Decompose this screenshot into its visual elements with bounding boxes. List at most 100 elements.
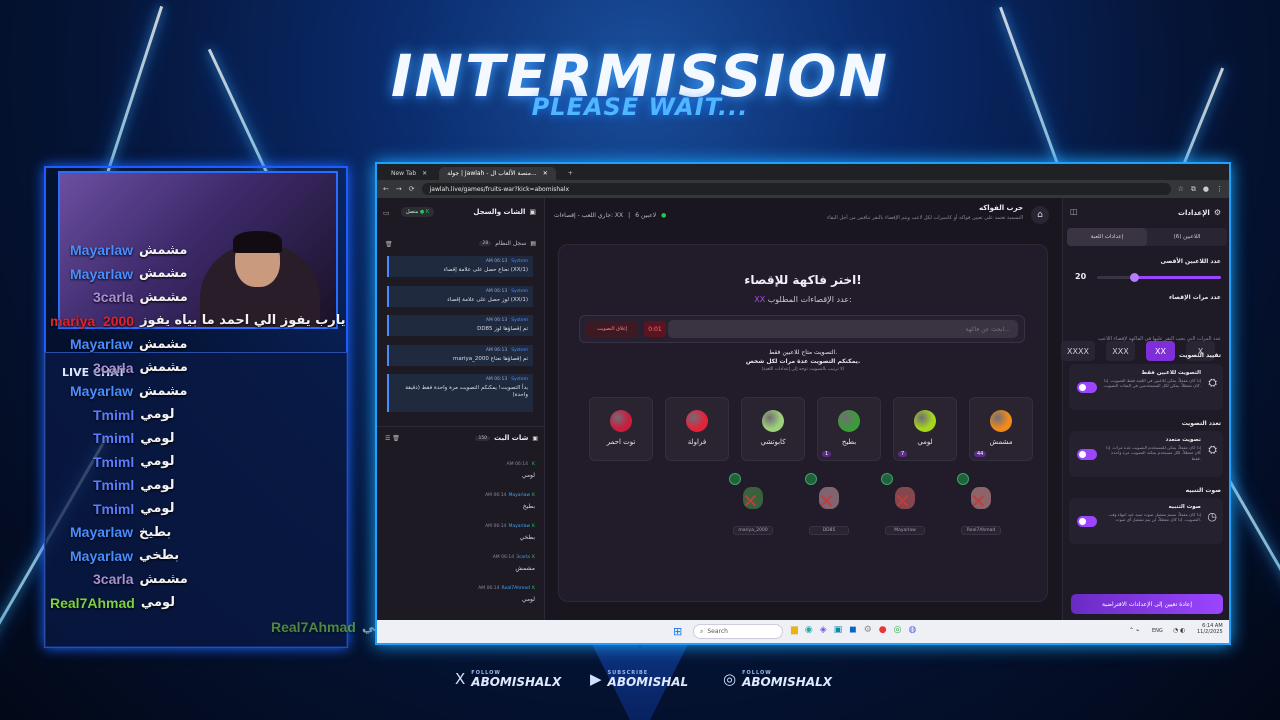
lock-icon: ⛭ <box>1208 443 1217 456</box>
windows-taskbar: ⊞ ⌕ Search ▆ ◉ ◈ ▣ ◼ ⚙ ● ◎ ◍ ⌃ ⌁ ENG ◔ ◐ … <box>377 620 1229 643</box>
log-entry: AM 06:13 System بدأ التصويت! يمكنكم التصوي… <box>387 374 533 412</box>
url-field[interactable]: jawlah.live/games/fruits-war?kick=abomis… <box>421 183 1171 195</box>
back-icon[interactable]: ← <box>383 185 389 193</box>
player-name: DD85 <box>809 526 849 535</box>
star-icon[interactable]: ☆ <box>1178 185 1184 193</box>
sound-toggle[interactable] <box>1077 516 1097 527</box>
taskbar-search[interactable]: ⌕ Search <box>693 624 783 639</box>
outlook-icon[interactable]: ◼ <box>849 625 856 635</box>
multi-toggle[interactable] <box>1077 449 1097 460</box>
tab-jawlah[interactable]: جولة | Jawlah - منصة الألعاب ال... ✕ <box>439 167 556 180</box>
fruit-search-input[interactable] <box>668 320 1018 338</box>
windows-start-icon[interactable]: ⊞ <box>673 625 682 638</box>
chat-message: Tmiml لومي <box>93 404 174 426</box>
live-chat-title: شات البث <box>494 434 529 442</box>
elim-option[interactable]: XX <box>1146 341 1175 361</box>
collapse-icon[interactable]: ◫ <box>1070 207 1078 216</box>
chat-username: Tmiml <box>93 406 135 423</box>
slider-fill <box>1134 276 1221 279</box>
multi-setting: ⛭ تصويت متعدد إذا كان مفعلاً، يمكن للمست… <box>1069 431 1223 477</box>
players-count: 6 لاعبين <box>635 212 657 219</box>
chat-message: 3carla مشمش <box>93 357 188 379</box>
social-link[interactable]: ▶ SUBSCRIBE ABOMISHAL <box>590 670 688 688</box>
player-name: mariya_2000 <box>733 526 773 535</box>
max-players-value: 20 <box>1075 272 1087 281</box>
social-link[interactable]: ◎ FOLLOW ABOMISHALX <box>723 670 832 688</box>
home-icon[interactable]: ⌂ <box>1031 206 1049 224</box>
extensions-icon[interactable]: ⧉ <box>1191 185 1196 194</box>
network-icon[interactable]: ◔ ◐ <box>1173 627 1185 634</box>
close-icon[interactable]: ✕ <box>422 170 427 177</box>
fruit-card[interactable]: مشمش 44 <box>969 397 1033 461</box>
language-indicator[interactable]: ENG <box>1152 628 1163 634</box>
fruit-card[interactable]: كابوتشي <box>741 397 805 461</box>
chat-username: Tmiml <box>93 453 135 470</box>
slider-handle[interactable] <box>1130 273 1140 282</box>
chat-username: 3carla <box>93 359 134 376</box>
multi-label: تعدد التصويت <box>1181 420 1221 427</box>
chat-username: Mayarlaw <box>70 383 134 399</box>
message-time: AM 06:14 <box>492 555 515 560</box>
log-entry: AM 06:13 System لوز حصل على علامة إقصاء (X… <box>387 285 533 307</box>
reload-icon[interactable]: ⟳ <box>409 185 415 193</box>
elim-option[interactable]: XXXX <box>1061 341 1095 361</box>
log-text: نعناع حصل على علامة إقصاء (XX/1) <box>443 267 528 273</box>
message-text: بطخي <box>519 534 535 541</box>
trash-icon[interactable]: 🗑 <box>385 241 393 248</box>
restrict-toggle[interactable] <box>1077 382 1097 393</box>
vote-note: يمكنكم التصويت عدة مرات لكل شخص. <box>745 358 861 365</box>
social-name: ABOMISHAL <box>607 674 689 689</box>
reset-defaults-button[interactable]: إعادة تعيين إلى الإعدادات الافتراضية <box>1071 594 1223 614</box>
chrome-icon[interactable]: ◎ <box>894 625 902 635</box>
close-vote-button[interactable]: إغلاق التصويت <box>586 321 638 337</box>
setting-text: التصويت للاعبين فقط إذا كان مفعلاً، يمكن… <box>1101 370 1201 389</box>
profile-icon[interactable]: ● <box>1203 185 1209 193</box>
social-name: ABOMISHALX <box>471 674 562 689</box>
social-label: FOLLOW ABOMISHALX <box>742 670 832 688</box>
tab-players[interactable]: اللاعبين (6) <box>1147 228 1227 246</box>
settings-panel: الإعدادات ⚙ ◫ إعدادات اللعبة اللاعبين (6… <box>1061 198 1229 620</box>
log-time: AM 06:13 <box>485 259 508 264</box>
elim-option[interactable]: XXX <box>1106 341 1135 361</box>
forward-icon[interactable]: → <box>396 185 402 193</box>
chat-text: بطيخ <box>139 524 172 540</box>
fruit-card[interactable]: فراولة <box>665 397 729 461</box>
fruit-icon <box>610 410 632 432</box>
elim-count-label: عدد مرات الإقصاء <box>1168 294 1221 301</box>
tab-game-settings[interactable]: إعدادات اللعبة <box>1067 228 1147 246</box>
x-logo-icon: X <box>455 670 466 688</box>
discord-icon[interactable]: ◍ <box>909 625 917 635</box>
edge-icon[interactable]: ◉ <box>805 625 813 635</box>
menu-icon[interactable]: ⋮ <box>1216 185 1223 193</box>
chat-text: مشمش <box>139 242 188 258</box>
chat-username: Mayarlaw <box>70 336 134 352</box>
restrict-setting: ⛭ التصويت للاعبين فقط إذا كان مفعلاً، يم… <box>1069 364 1223 410</box>
social-link[interactable]: X FOLLOW ABOMISHALX <box>455 670 561 688</box>
new-tab-button[interactable]: + <box>560 167 581 180</box>
chat-text: مشمش <box>139 571 188 587</box>
log-text: DD85 تم إقصاؤها لوز <box>477 326 528 332</box>
app-icon[interactable]: ● <box>879 625 887 635</box>
store-icon[interactable]: ▣ <box>834 625 843 635</box>
tray-icons[interactable]: ⌃ ⌁ <box>1129 627 1140 634</box>
log-header: AM 06:13 System <box>394 289 528 294</box>
clock[interactable]: 6:14 AM 11/2/2025 <box>1197 623 1223 635</box>
filter-icon[interactable]: ☰ 🗑 <box>385 435 400 442</box>
collapse-icon[interactable]: ▭ <box>383 209 390 217</box>
fruit-card[interactable]: بطيخ 1 <box>817 397 881 461</box>
log-time: AM 06:13 <box>485 377 508 382</box>
log-icon: ▤ <box>530 240 536 247</box>
max-players-slider[interactable] <box>1097 273 1221 282</box>
fruit-card[interactable]: توت احمر <box>589 397 653 461</box>
folder-icon[interactable]: ▆ <box>791 625 798 635</box>
log-entry: AM 06:13 System DD85 تم إقصاؤها لوز <box>387 315 533 337</box>
chat-username: Tmiml <box>93 500 135 517</box>
settings-app-icon[interactable]: ⚙ <box>864 625 872 635</box>
close-icon[interactable]: ✕ <box>543 170 548 177</box>
vote-count-badge: 1 <box>822 451 832 457</box>
chat-text: لومي <box>140 454 175 469</box>
fruit-card[interactable]: لومي 7 <box>893 397 957 461</box>
tab-new[interactable]: New Tab ✕ <box>383 167 435 180</box>
vote-notes: التصويت متاح للاعبين فقط. يمكنكم التصويت… <box>559 349 1047 372</box>
app-icon[interactable]: ◈ <box>820 625 827 635</box>
